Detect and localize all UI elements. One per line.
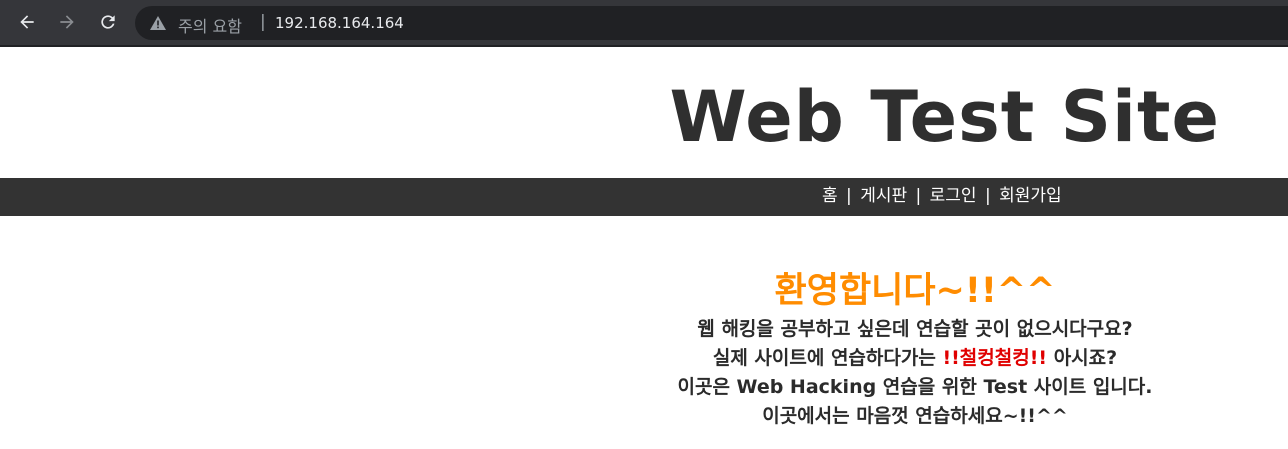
intro-line-3: 이곳은 Web Hacking 연습을 위한 Test 사이트 입니다.	[677, 376, 1153, 398]
intro-line-2-highlight: !!철컹철컹!!	[942, 347, 1048, 369]
address-separator: |	[260, 12, 266, 32]
url-text[interactable]: 192.168.164.164	[275, 14, 404, 32]
nav-separator: |	[984, 186, 991, 206]
reload-button[interactable]	[96, 10, 120, 34]
intro-line-2-suffix: 아시죠?	[1053, 347, 1118, 369]
intro-line-4: 이곳에서는 마음껏 연습하세요~!!^^	[762, 405, 1068, 427]
nav-separator: |	[846, 186, 852, 206]
nav-link-home[interactable]: 홈	[822, 186, 838, 206]
reload-icon	[101, 15, 115, 29]
back-button[interactable]	[15, 10, 39, 34]
intro-line-2-prefix: 실제 사이트에 연습하다가는	[712, 347, 936, 369]
welcome-heading: 환영합니다~!!^^	[774, 271, 1056, 311]
nav-link-login[interactable]: 로그인	[930, 186, 977, 206]
arrow-left-icon	[20, 15, 34, 29]
toolbar-divider	[0, 45, 1288, 47]
warning-icon	[150, 16, 166, 30]
arrow-right-icon	[60, 15, 74, 29]
intro-line-1: 웹 해킹을 공부하고 싶은데 연습할 곳이 없으시다구요?	[697, 318, 1133, 340]
site-title: Web Test Site	[669, 76, 1220, 158]
browser-toolbar: 주의 요함 | 192.168.164.164	[0, 0, 1288, 47]
security-warning-label[interactable]: 주의 요함	[178, 13, 242, 37]
nav-link-board[interactable]: 게시판	[860, 186, 907, 206]
nav-links: 홈 | 게시판 | 로그인 | 회원가입	[822, 181, 1062, 206]
site-navbar: 홈 | 게시판 | 로그인 | 회원가입	[0, 178, 1288, 216]
intro-line-2: 실제 사이트에 연습하다가는 !!철컹철컹!! 아시죠?	[640, 343, 1190, 370]
address-bar[interactable]: 주의 요함 | 192.168.164.164	[135, 6, 1288, 40]
forward-button[interactable]	[55, 10, 79, 34]
nav-link-signup[interactable]: 회원가입	[999, 186, 1062, 206]
nav-separator: |	[915, 186, 922, 206]
